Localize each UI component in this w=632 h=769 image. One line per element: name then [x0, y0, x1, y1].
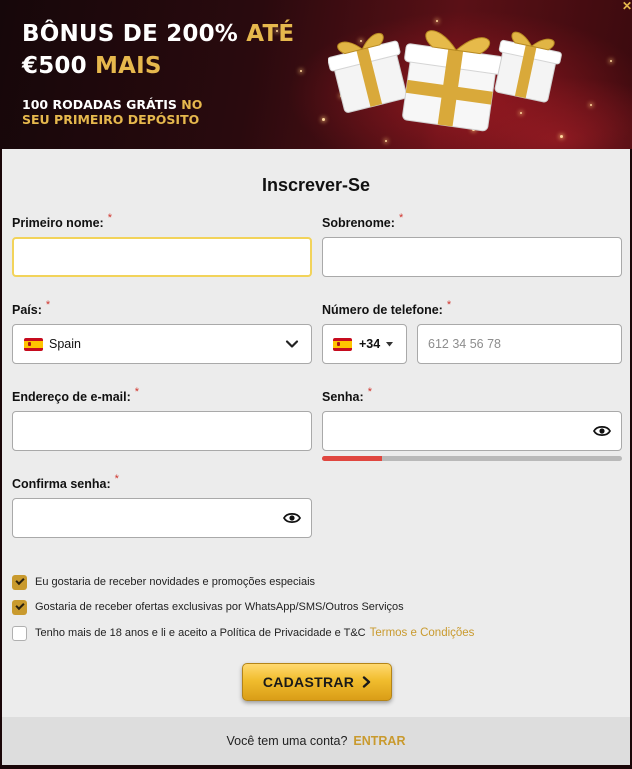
form-title: Inscrever-Se	[261, 175, 371, 195]
password-strength-meter	[322, 456, 622, 461]
login-prompt-bar: Você tem uma conta? ENTRAR	[2, 717, 630, 765]
checkbox-unchecked-icon[interactable]	[12, 625, 27, 641]
caret-down-icon	[386, 342, 393, 347]
register-button[interactable]: CADASTRAR	[242, 663, 392, 701]
email-label: Endereço de e-mail: *	[12, 386, 140, 404]
confirm-password-field[interactable]	[12, 498, 312, 538]
spain-flag-icon	[333, 338, 352, 351]
chevron-down-icon	[285, 340, 299, 348]
close-icon[interactable]: ✕	[622, 0, 632, 12]
password-field[interactable]	[322, 411, 622, 451]
age-terms-label: Tenho mais de 18 anos e li e aceito a Po…	[35, 627, 366, 639]
last-name-label: Sobrenome: *	[322, 212, 404, 230]
email-field[interactable]	[12, 411, 312, 451]
phone-placeholder: 612 34 56 78	[428, 337, 501, 351]
checkbox-checked-icon[interactable]	[12, 599, 27, 615]
phone-code-select[interactable]: +34	[322, 324, 407, 364]
newsletter-consent-label: Eu gostaria de receber novidades e promo…	[35, 576, 316, 588]
phone-input[interactable]: 612 34 56 78	[417, 324, 622, 364]
gift-box-icon	[494, 31, 562, 103]
password-strength-fill	[322, 456, 382, 461]
password-label: Senha: *	[322, 386, 372, 404]
promo-banner: BÔNUS DE 200% ATÉ €500 MAIS 100 RODADAS …	[0, 0, 632, 149]
phone-code-value: +34	[359, 337, 381, 351]
first-name-label: Primeiro nome: *	[12, 212, 112, 230]
checkbox-checked-icon[interactable]	[12, 574, 27, 590]
login-prompt-text: Você tem uma conta?	[226, 734, 348, 748]
newsletter-consent[interactable]: Eu gostaria de receber novidades e promo…	[12, 573, 315, 591]
whatsapp-consent[interactable]: Gostaria de receber ofertas exclusivas p…	[12, 598, 404, 616]
eye-icon[interactable]	[283, 511, 301, 525]
last-name-field[interactable]	[322, 237, 622, 277]
phone-label: Número de telefone: *	[322, 299, 452, 317]
eye-icon[interactable]	[593, 424, 611, 438]
first-name-field[interactable]	[12, 237, 312, 277]
signup-form: Inscrever-Se Primeiro nome: * Sobrenome: *…	[2, 149, 630, 717]
register-button-label: CADASTRAR	[262, 674, 355, 690]
age-terms-consent[interactable]: Tenho mais de 18 anos e li e aceito a Po…	[12, 624, 474, 642]
terms-link[interactable]: Termos e Condições	[370, 627, 475, 639]
gift-box-icon	[402, 30, 504, 132]
login-link[interactable]: ENTRAR	[353, 734, 405, 748]
banner-title: BÔNUS DE 200% ATÉ €500 MAIS	[22, 21, 295, 79]
confirm-password-label: Confirma senha: *	[12, 473, 119, 491]
spain-flag-icon	[24, 338, 43, 351]
country-select[interactable]: Spain	[12, 324, 312, 364]
country-value: Spain	[49, 337, 81, 351]
whatsapp-consent-label: Gostaria de receber ofertas exclusivas p…	[35, 601, 404, 613]
country-label: País: *	[12, 299, 51, 317]
chevron-right-icon	[362, 676, 371, 688]
banner-subtitle: 100 RODADAS GRÁTIS NO SEU PRIMEIRO DEPÓS…	[22, 97, 203, 127]
